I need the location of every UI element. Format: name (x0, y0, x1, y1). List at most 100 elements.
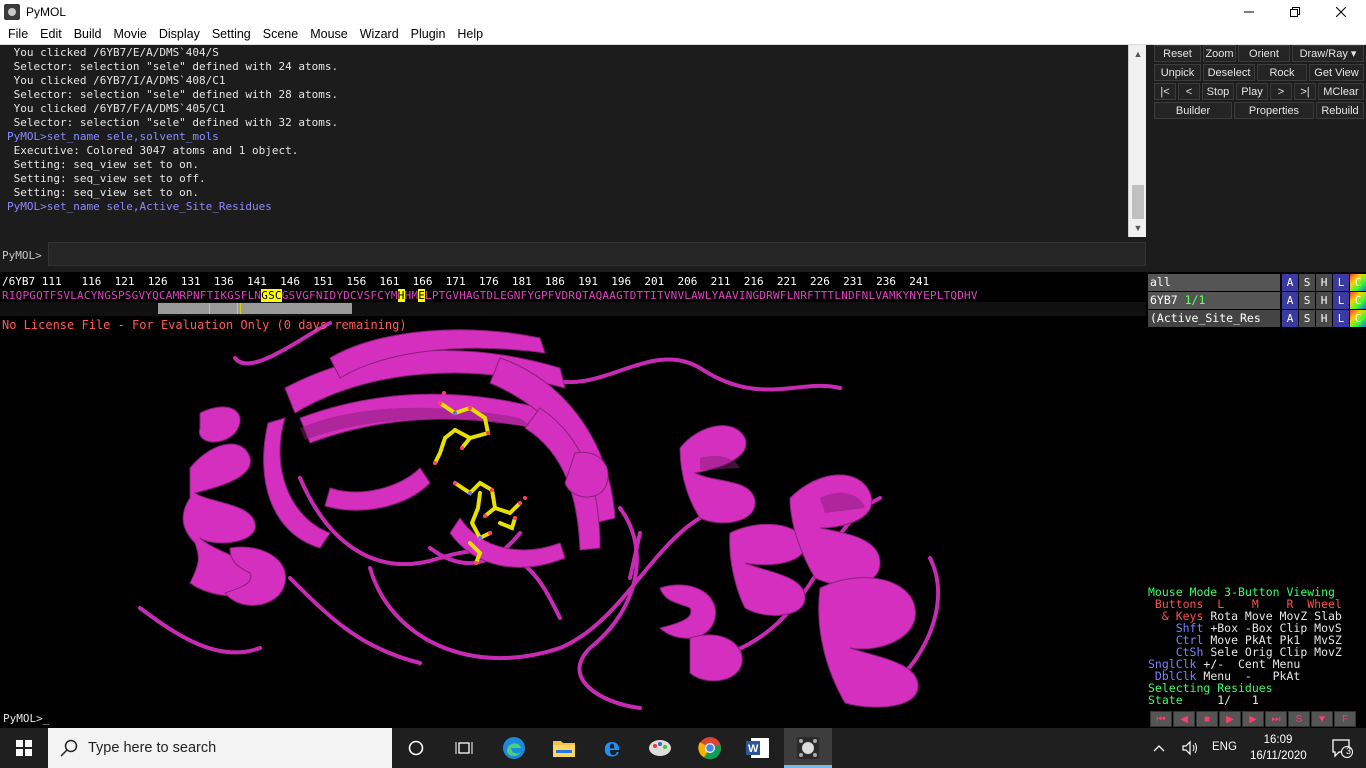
sequence-segment[interactable]: RIQPGQTFSVLACYNGSPSGVYQCAMRPNFTIKGSFLN (2, 289, 261, 302)
chevron-down-icon[interactable]: ▼ (1311, 711, 1333, 727)
color-button[interactable]: C (1350, 274, 1366, 291)
object-name[interactable]: all (1148, 274, 1280, 291)
rewind-icon[interactable]: ⏮ (1150, 711, 1172, 727)
object-row-active-site[interactable]: (Active_Site_Res A S H L C (1148, 310, 1366, 327)
console-line: Setting: seq_view set to on. (7, 158, 200, 171)
start-button[interactable] (0, 728, 48, 768)
stop-icon[interactable]: ■ (1196, 711, 1218, 727)
sequence-selected-residues[interactable]: H (397, 289, 405, 302)
paint-palette-icon (649, 740, 671, 756)
scroll-down-icon[interactable]: ▼ (1129, 221, 1147, 235)
menu-wizard[interactable]: Wizard (354, 27, 405, 41)
volume-button[interactable] (1176, 728, 1204, 768)
menu-mouse[interactable]: Mouse (304, 27, 354, 41)
next-frame-button[interactable]: > (1270, 83, 1292, 100)
orient-button[interactable]: Orient (1238, 45, 1290, 62)
bottom-command-line[interactable]: PyMOL>_ (0, 710, 1146, 728)
show-button[interactable]: S (1299, 274, 1315, 291)
menu-plugin[interactable]: Plugin (405, 27, 452, 41)
object-name[interactable]: (Active_Site_Res (1148, 310, 1280, 327)
taskbar-app[interactable] (636, 728, 684, 768)
rebuild-button[interactable]: Rebuild (1316, 102, 1364, 119)
properties-button[interactable]: Properties (1234, 102, 1314, 119)
task-view-button[interactable] (440, 728, 488, 768)
deselect-button[interactable]: Deselect (1203, 64, 1255, 81)
mouse-mode-panel[interactable]: Mouse Mode 3-Button Viewing Buttons L M … (1146, 586, 1366, 710)
taskbar-internet-explorer[interactable]: e (588, 728, 636, 768)
close-button[interactable] (1318, 0, 1364, 23)
sequence-scrollbar-thumb[interactable] (158, 303, 352, 314)
label-button[interactable]: L (1333, 310, 1349, 327)
menu-edit[interactable]: Edit (34, 27, 68, 41)
license-warning: No License File - For Evaluation Only (0… (2, 318, 407, 332)
taskbar-chrome[interactable] (686, 728, 734, 768)
play-icon[interactable]: ▶ (1219, 711, 1241, 727)
taskbar-edge[interactable] (490, 728, 538, 768)
rock-button[interactable]: Rock (1257, 64, 1307, 81)
builder-button[interactable]: Builder (1154, 102, 1232, 119)
color-button[interactable]: C (1350, 292, 1366, 309)
scroll-up-icon[interactable]: ▲ (1129, 47, 1147, 61)
last-frame-button[interactable]: >| (1294, 83, 1316, 100)
clock[interactable]: 16:09 16/11/2020 (1250, 732, 1307, 764)
hide-button[interactable]: H (1316, 274, 1332, 291)
reset-button[interactable]: Reset (1154, 45, 1201, 62)
play-button[interactable]: Play (1236, 83, 1268, 100)
menu-display[interactable]: Display (153, 27, 206, 41)
taskbar-search[interactable]: Type here to search (48, 728, 392, 768)
fast-forward-icon[interactable]: ⏭ (1265, 711, 1287, 727)
sequence-segment[interactable]: GSVGFNIDYDCVSFCYM (282, 289, 398, 302)
object-row-all[interactable]: all A S H L C (1148, 274, 1366, 291)
protein-cartoon[interactable] (0, 318, 1146, 710)
menu-help[interactable]: Help (451, 27, 489, 41)
show-button[interactable]: S (1299, 310, 1315, 327)
prev-frame-button[interactable]: < (1178, 83, 1200, 100)
cortana-button[interactable] (392, 728, 440, 768)
menu-movie[interactable]: Movie (108, 27, 153, 41)
molecular-viewport[interactable]: No License File - For Evaluation Only (0… (0, 318, 1146, 710)
mclear-button[interactable]: MClear (1318, 83, 1364, 100)
fullscreen-icon[interactable]: F (1334, 711, 1356, 727)
hide-button[interactable]: H (1316, 310, 1332, 327)
minimize-button[interactable] (1226, 0, 1272, 23)
sequence-selected-residues[interactable]: GSC (261, 289, 282, 302)
show-button[interactable]: S (1299, 292, 1315, 309)
taskbar-pymol[interactable] (784, 728, 832, 768)
taskbar-word[interactable]: W (734, 728, 782, 768)
action-button[interactable]: A (1282, 274, 1298, 291)
object-row-6yb7[interactable]: 6YB7 1/1 A S H L C (1148, 292, 1366, 309)
hide-button[interactable]: H (1316, 292, 1332, 309)
draw-ray-button[interactable]: Draw/Ray ▾ (1292, 45, 1364, 62)
taskbar-file-explorer[interactable] (540, 728, 588, 768)
step-back-icon[interactable]: ◀ (1173, 711, 1195, 727)
scene-icon[interactable]: S (1288, 711, 1310, 727)
title-bar: PyMOL (0, 0, 1366, 23)
action-button[interactable]: A (1282, 292, 1298, 309)
menu-setting[interactable]: Setting (206, 27, 257, 41)
label-button[interactable]: L (1333, 274, 1349, 291)
input-language[interactable]: ENG (1212, 741, 1237, 753)
sequence-segment[interactable]: LPTGVHAGTDLEGNFYGPFVDRQTAQAAGTDTTITVNVLA… (425, 289, 978, 302)
menu-file[interactable]: File (2, 27, 34, 41)
sequence-segment[interactable]: HM (405, 289, 419, 302)
get-view-button[interactable]: Get View (1309, 64, 1364, 81)
action-center-button[interactable]: 3 (1318, 728, 1366, 768)
step-forward-icon[interactable]: ▶ (1242, 711, 1264, 727)
command-input[interactable] (48, 242, 1146, 266)
menu-build[interactable]: Build (68, 27, 108, 41)
sequence-residues[interactable]: RIQPGQTFSVLACYNGSPSGVYQCAMRPNFTIKGSFLNGS… (2, 289, 978, 302)
console-scrollbar[interactable]: ▲ ▼ (1128, 45, 1146, 237)
stop-button[interactable]: Stop (1202, 83, 1234, 100)
first-frame-button[interactable]: |< (1154, 83, 1176, 100)
menu-scene[interactable]: Scene (257, 27, 304, 41)
label-button[interactable]: L (1333, 292, 1349, 309)
object-name[interactable]: 6YB7 1/1 (1148, 292, 1280, 309)
scrollbar-thumb[interactable] (1132, 185, 1144, 219)
action-button[interactable]: A (1282, 310, 1298, 327)
unpick-button[interactable]: Unpick (1154, 64, 1201, 81)
zoom-button[interactable]: Zoom (1203, 45, 1236, 62)
maximize-button[interactable] (1272, 0, 1318, 23)
color-button[interactable]: C (1350, 310, 1366, 327)
tray-chevron[interactable] (1146, 728, 1172, 768)
sequence-selected-residues[interactable]: E (418, 289, 426, 302)
